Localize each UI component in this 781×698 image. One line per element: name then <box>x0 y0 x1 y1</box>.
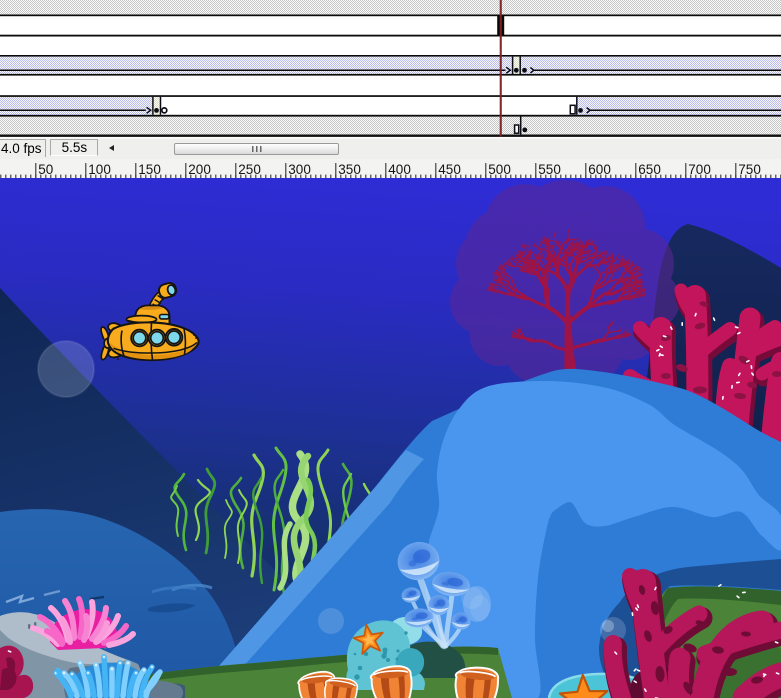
svg-text:450: 450 <box>438 162 461 177</box>
svg-text:100: 100 <box>88 162 111 177</box>
svg-text:350: 350 <box>338 162 361 177</box>
svg-text:50: 50 <box>38 162 53 177</box>
svg-text:550: 550 <box>538 162 561 177</box>
svg-text:600: 600 <box>588 162 611 177</box>
svg-text:150: 150 <box>138 162 161 177</box>
svg-text:300: 300 <box>288 162 311 177</box>
svg-text:400: 400 <box>388 162 411 177</box>
svg-text:500: 500 <box>488 162 511 177</box>
svg-text:200: 200 <box>188 162 211 177</box>
svg-text:750: 750 <box>738 162 761 177</box>
svg-text:650: 650 <box>638 162 661 177</box>
svg-text:700: 700 <box>688 162 711 177</box>
svg-text:250: 250 <box>238 162 261 177</box>
